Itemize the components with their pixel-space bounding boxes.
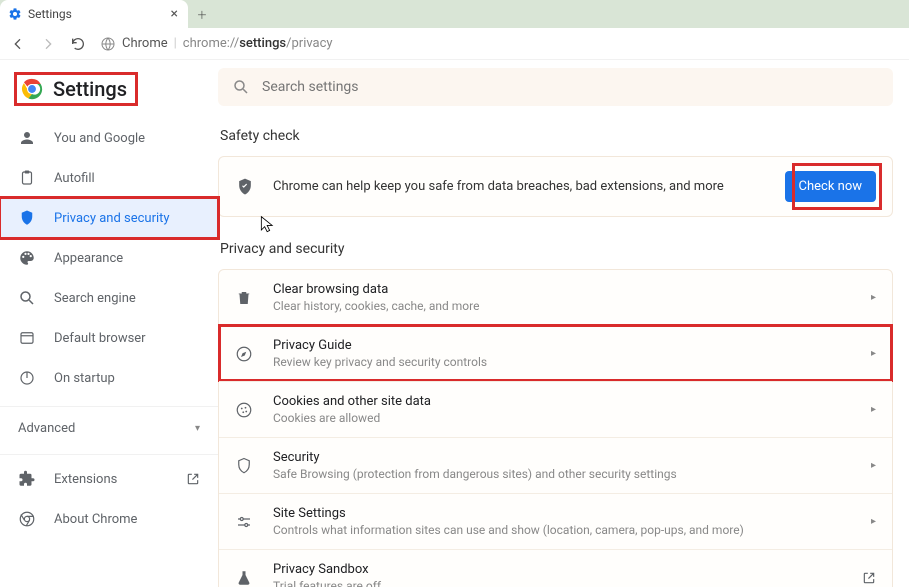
sidebar-item-autofill[interactable]: Autofill [0, 158, 218, 198]
chrome-outline-icon [18, 510, 36, 528]
chevron-right-icon: ▸ [871, 460, 876, 471]
new-tab-button[interactable]: + [188, 0, 216, 28]
sidebar-item-about-chrome[interactable]: About Chrome [0, 499, 218, 539]
sidebar-item-on-startup[interactable]: On startup [0, 358, 218, 398]
power-icon [18, 369, 36, 387]
row-subtitle: Controls what information sites can use … [273, 523, 853, 537]
sliders-icon [235, 512, 255, 532]
gear-icon [8, 7, 22, 21]
privacy-security-card: Clear browsing data Clear history, cookie… [218, 269, 893, 587]
row-title: Privacy Guide [273, 338, 853, 353]
chevron-right-icon: ▸ [871, 292, 876, 303]
omnibox-chrome: Chrome [122, 36, 168, 51]
sidebar-advanced[interactable]: Advanced ▾ [0, 406, 218, 450]
chrome-logo-icon [21, 78, 43, 100]
sidebar-item-privacy-security[interactable]: Privacy and security [0, 198, 218, 238]
row-subtitle: Review key privacy and security controls [273, 355, 853, 369]
row-privacy-sandbox[interactable]: Privacy Sandbox Trial features are off [219, 549, 892, 587]
sidebar-advanced-label: Advanced [18, 421, 75, 436]
sidebar-item-you-and-google[interactable]: You and Google [0, 118, 218, 158]
safety-check-card: Chrome can help keep you safe from data … [218, 156, 893, 217]
omnibox-url: chrome://settings/privacy [183, 36, 333, 51]
external-link-icon [862, 571, 876, 585]
shield-check-icon [235, 177, 255, 197]
omnibox[interactable]: Chrome | chrome://settings/privacy [100, 36, 333, 52]
search-input[interactable] [262, 79, 879, 95]
row-subtitle: Trial features are off [273, 579, 844, 587]
browser-tab[interactable]: Settings × [0, 0, 188, 28]
sidebar-item-label: Autofill [54, 171, 200, 186]
browser-icon [18, 329, 36, 347]
browser-toolbar: Chrome | chrome://settings/privacy [0, 28, 909, 60]
shield-icon [18, 209, 36, 227]
check-now-button[interactable]: Check now [785, 171, 877, 202]
privacy-security-heading: Privacy and security [218, 241, 893, 257]
sidebar-item-label: Appearance [54, 251, 200, 266]
browser-tabbar: Settings × + [0, 0, 909, 28]
settings-header: Settings [14, 72, 138, 106]
sidebar-item-label: Extensions [54, 472, 168, 487]
row-subtitle: Safe Browsing (protection from dangerous… [273, 467, 853, 481]
sidebar-item-label: Search engine [54, 291, 200, 306]
search-icon [18, 289, 36, 307]
row-title: Cookies and other site data [273, 394, 853, 409]
palette-icon [18, 249, 36, 267]
row-privacy-guide[interactable]: Privacy Guide Review key privacy and secu… [219, 325, 892, 381]
safety-check-text: Chrome can help keep you safe from data … [273, 179, 767, 194]
forward-button[interactable] [40, 36, 56, 52]
row-title: Site Settings [273, 506, 853, 521]
search-settings[interactable] [218, 68, 893, 106]
shield-outline-icon [235, 456, 255, 476]
puzzle-icon [18, 470, 36, 488]
compass-icon [235, 344, 255, 364]
search-icon [232, 78, 250, 96]
row-subtitle: Clear history, cookies, cache, and more [273, 299, 853, 313]
globe-icon [100, 36, 116, 52]
clipboard-icon [18, 169, 36, 187]
row-subtitle: Cookies are allowed [273, 411, 853, 425]
chevron-down-icon: ▾ [195, 423, 200, 434]
row-title: Security [273, 450, 853, 465]
safety-check-heading: Safety check [218, 128, 893, 144]
chevron-right-icon: ▸ [871, 516, 876, 527]
close-icon[interactable]: × [169, 6, 180, 22]
page-title: Settings [53, 77, 127, 101]
refresh-button[interactable] [70, 36, 86, 52]
row-title: Clear browsing data [273, 282, 853, 297]
flask-icon [235, 568, 255, 587]
chevron-right-icon: ▸ [871, 404, 876, 415]
sidebar-item-default-browser[interactable]: Default browser [0, 318, 218, 358]
sidebar-item-search-engine[interactable]: Search engine [0, 278, 218, 318]
tab-title: Settings [28, 7, 163, 21]
sidebar: Settings You and Google Autofill Privacy… [0, 60, 218, 587]
chevron-right-icon: ▸ [871, 348, 876, 359]
row-title: Privacy Sandbox [273, 562, 844, 577]
sidebar-item-label: On startup [54, 371, 200, 386]
sidebar-item-label: About Chrome [54, 512, 200, 527]
cookie-icon [235, 400, 255, 420]
sidebar-item-label: Default browser [54, 331, 200, 346]
main-panel: Safety check Chrome can help keep you sa… [218, 60, 909, 587]
sidebar-item-label: You and Google [54, 131, 200, 146]
external-link-icon [186, 472, 200, 486]
row-clear-browsing-data[interactable]: Clear browsing data Clear history, cookie… [219, 270, 892, 325]
sidebar-item-label: Privacy and security [54, 211, 200, 226]
row-security[interactable]: Security Safe Browsing (protection from d… [219, 437, 892, 493]
back-button[interactable] [10, 36, 26, 52]
sidebar-item-appearance[interactable]: Appearance [0, 238, 218, 278]
person-icon [18, 129, 36, 147]
row-cookies[interactable]: Cookies and other site data Cookies are a… [219, 381, 892, 437]
row-site-settings[interactable]: Site Settings Controls what information s… [219, 493, 892, 549]
sidebar-item-extensions[interactable]: Extensions [0, 459, 218, 499]
trash-icon [235, 288, 255, 308]
